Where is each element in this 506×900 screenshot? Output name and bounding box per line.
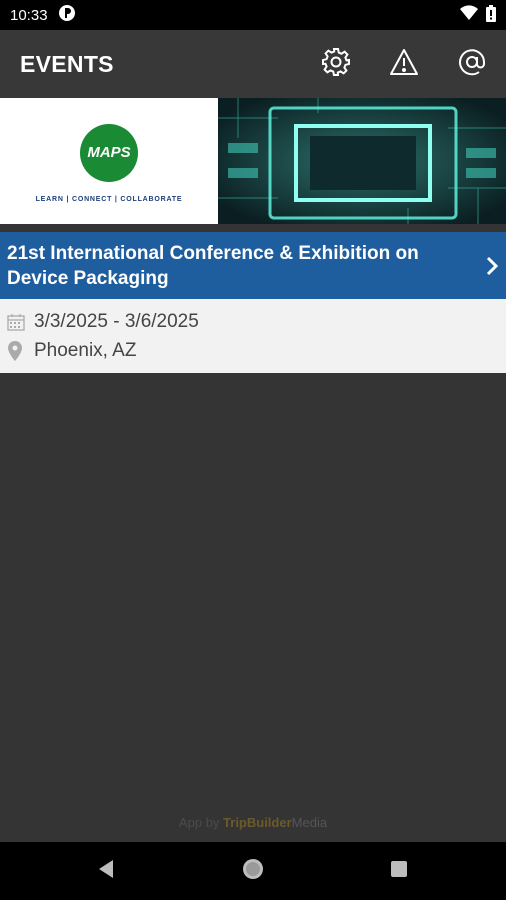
app-bar-actions [302, 30, 506, 98]
event-location-row: Phoenix, AZ [7, 336, 499, 365]
app-notification-icon [58, 4, 76, 26]
event-details[interactable]: 3/3/2025 - 3/6/2025 Phoenix, AZ [0, 299, 506, 373]
location-pin-icon [7, 340, 34, 361]
imaps-logo: MAPS LEARN | CONNECT | COLLABORATE [0, 98, 218, 224]
footer-brand-b: Media [291, 815, 328, 830]
system-nav-bar [0, 842, 506, 900]
status-time: 10:33 [10, 6, 48, 24]
logo-mark: MAPS [80, 123, 138, 182]
powered-by-footer: App by TripBuilderMedia [0, 815, 506, 830]
gear-icon [321, 47, 351, 82]
back-button[interactable] [76, 842, 136, 900]
event-banner[interactable]: MAPS LEARN | CONNECT | COLLABORATE [0, 98, 506, 224]
event-dates: 3/3/2025 - 3/6/2025 [34, 310, 199, 332]
footer-prefix: App by [178, 815, 220, 830]
wifi-icon [460, 5, 478, 25]
event-location: Phoenix, AZ [34, 339, 137, 361]
logo-tagline: LEARN | CONNECT | COLLABORATE [35, 195, 183, 203]
event-dates-row: 3/3/2025 - 3/6/2025 [7, 307, 499, 336]
settings-button[interactable] [302, 30, 370, 98]
calendar-icon [7, 313, 34, 331]
recents-button[interactable] [369, 842, 429, 900]
contact-button[interactable] [438, 30, 506, 98]
at-icon [457, 47, 487, 82]
recents-square-icon [390, 860, 408, 883]
warning-icon [389, 48, 419, 81]
event-title: 21st International Conference & Exhibiti… [7, 242, 419, 289]
home-button[interactable] [223, 842, 283, 900]
home-circle-icon [241, 857, 265, 886]
back-triangle-icon [97, 859, 115, 884]
battery-icon [486, 4, 496, 26]
chevron-right-icon [485, 256, 499, 281]
page-title: EVENTS [20, 50, 114, 77]
circuit-chip-image [218, 98, 506, 224]
status-bar: 10:33 [0, 0, 506, 30]
logo-text: MAPS [87, 144, 131, 161]
app-bar: EVENTS [0, 30, 506, 98]
footer-brand-a: TripBuilder [223, 815, 292, 830]
event-title-bar[interactable]: 21st International Conference & Exhibiti… [0, 232, 506, 299]
alert-button[interactable] [370, 30, 438, 98]
